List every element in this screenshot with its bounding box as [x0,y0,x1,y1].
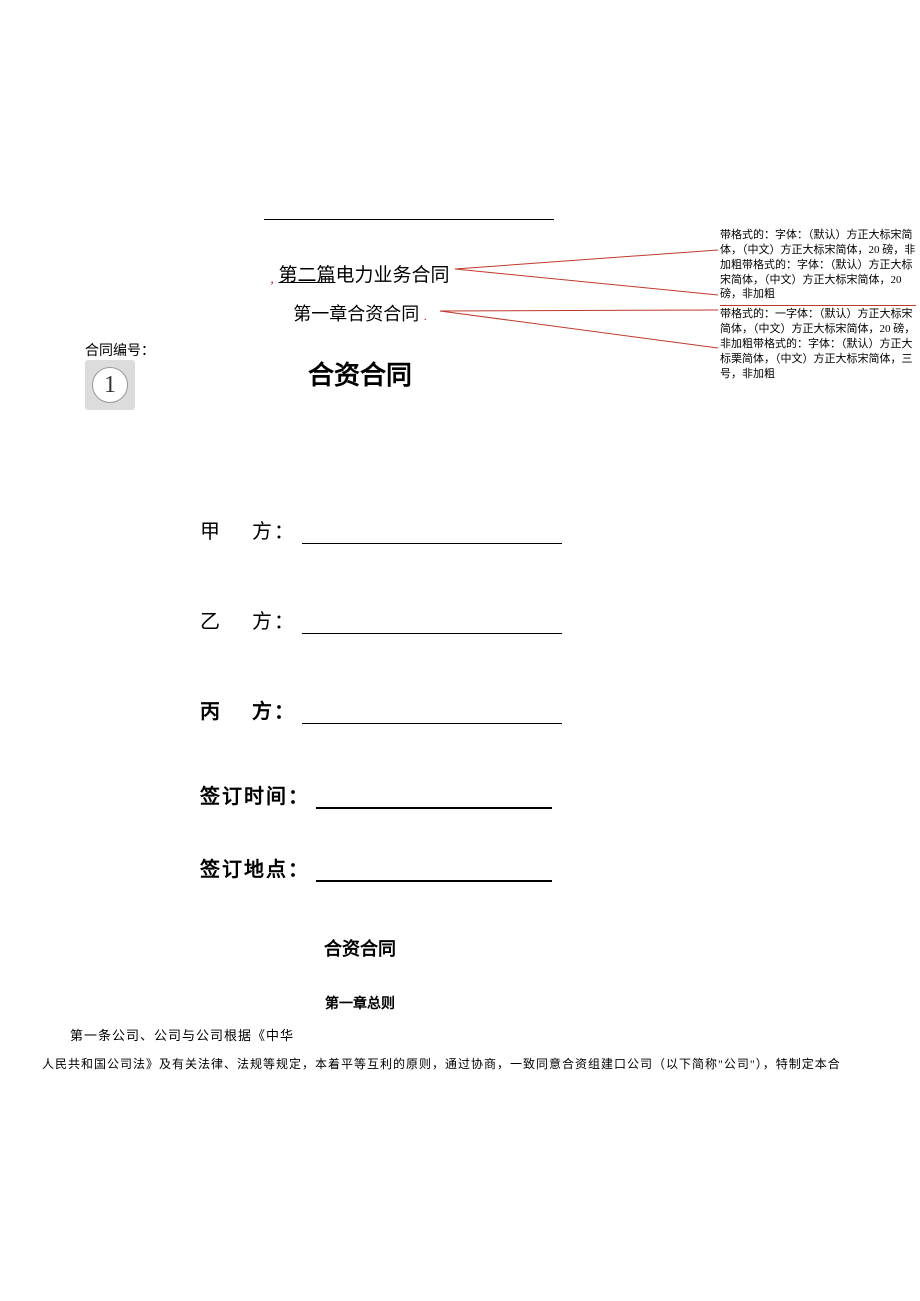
section-title-level-2: 第一章合资合同 . [0,300,720,326]
section-title-level-1: , 第二篇电力业务合同 [0,260,720,287]
revision-mark-icon: . [424,309,427,323]
party-c-label: 丙 [200,701,222,723]
section-number: 第二篇 [278,265,335,286]
party-b-blank [302,633,562,634]
body-paragraph-1: 第一条公司、公司与公司根据《中华 [70,1025,294,1044]
format-comment-block: 带格式的：字体：（默认）方正大标宋简体，（中文）方正大标宋简体，20 磅，非加粗… [720,227,916,384]
party-b-label: 乙 [200,611,222,633]
document-page: 合同编号： 1 , 第二篇电力业务合同 第一章合资合同 . 合资合同 甲方： 乙… [0,0,920,1301]
chapter-heading: 第一章合资合同 [293,304,419,324]
sign-time-row: 签订时间： [200,780,552,809]
party-a-row: 甲 方： [200,515,562,544]
party-suffix: 方： [252,701,296,723]
document-main-title: 合资合同 [0,355,720,392]
party-suffix: 方： [252,521,296,543]
sign-place-blank [316,880,552,882]
subtitle: 合资合同 [0,935,720,961]
chapter-title: 第一章总则 [0,993,720,1013]
top-divider-line [264,219,554,220]
party-b-row: 乙 方： [200,605,562,634]
section-name: 电力业务合同 [336,265,450,286]
sign-time-blank [316,807,552,809]
body-paragraph-2: 人民共和国公司法》及有关法律、法规等规定，本着平等互利的原则，通过协商，一致同意… [42,1055,902,1072]
party-c-blank [302,723,562,724]
revision-mark-icon: , [270,271,273,286]
party-a-label: 甲 [200,521,222,543]
party-c-row: 丙 方： [200,695,562,724]
party-suffix: 方： [252,611,296,633]
sign-place-row: 签订地点： [200,853,552,882]
sign-place-label: 签订地点： [200,859,310,881]
format-comment-1: 带格式的：字体：（默认）方正大标宋简体，（中文）方正大标宋简体，20 磅，非加粗… [720,227,916,306]
party-a-blank [302,543,562,544]
format-comment-2: 带格式的：一字体：（默认）方正大标宋简体，（中文）方正大标宋简体，20 磅，非加… [720,306,916,384]
sign-time-label: 签订时间： [200,786,310,808]
